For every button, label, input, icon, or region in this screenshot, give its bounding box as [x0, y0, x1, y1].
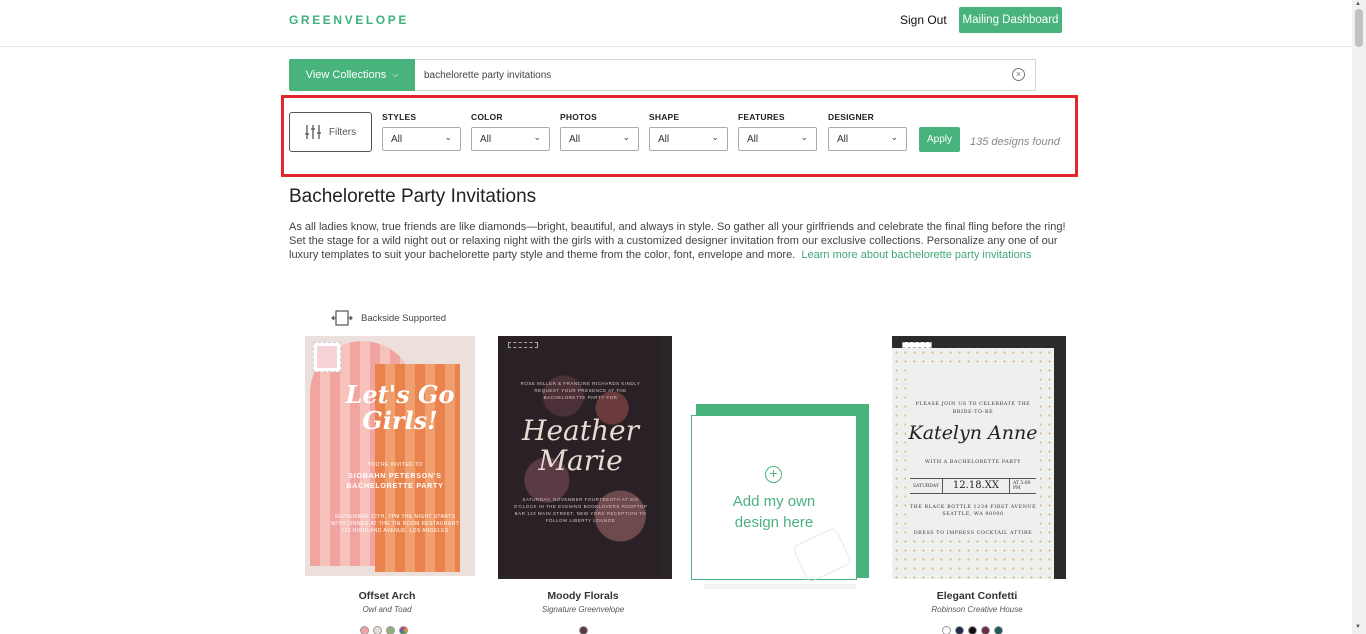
- card-art-script: Let's Go Girls!: [345, 380, 455, 435]
- card-art-script: Heather Marie: [522, 414, 639, 477]
- sign-out-link[interactable]: Sign Out: [900, 13, 947, 27]
- filter-color-label: COLOR: [471, 112, 503, 122]
- card-art-date-row: SATURDAY 12.18.XX AT 5:00 PM: [910, 478, 1036, 494]
- swatch[interactable]: [955, 626, 964, 634]
- swatch[interactable]: [579, 626, 588, 634]
- card-art-details: SEPTEMBER 12TH, 7PM THE NIGHT STARTS WIT…: [330, 514, 460, 534]
- chevron-down-icon: ⌄: [444, 132, 452, 142]
- swatch[interactable]: [981, 626, 990, 634]
- card-designer-moody-florals[interactable]: Signature Greenvelope: [498, 605, 668, 614]
- swatch[interactable]: [399, 626, 408, 634]
- chevron-down-icon: ⌄: [622, 132, 630, 142]
- card-art-venue: THE BLACK BOTTLE 1234 FIRST AVENUE SEATT…: [909, 505, 1037, 517]
- filters-button[interactable]: Filters: [289, 112, 372, 152]
- filter-shape-label: SHAPE: [649, 112, 680, 122]
- view-collections-button[interactable]: View Collections ⌵: [289, 59, 415, 91]
- designer-select[interactable]: All ⌄: [828, 127, 907, 151]
- postage-stamp: [313, 342, 341, 372]
- mailing-dashboard-button[interactable]: Mailing Dashboard: [959, 7, 1062, 33]
- card-art-script: Katelyn Anne: [908, 422, 1038, 444]
- card-designer-offset-arch[interactable]: Owl and Toad: [302, 605, 472, 614]
- photos-select[interactable]: All ⌄: [560, 127, 639, 151]
- color-select[interactable]: All ⌄: [471, 127, 550, 151]
- card-title-elegant-confetti[interactable]: Elegant Confetti: [892, 590, 1062, 602]
- card-title-offset-arch[interactable]: Offset Arch: [302, 590, 472, 602]
- backside-supported-label: Backside Supported: [361, 312, 447, 324]
- card-art-mid: WITH A BACHELORETTE PARTY: [925, 460, 1021, 465]
- features-select-value: All: [747, 133, 759, 145]
- shape-select-value: All: [658, 133, 670, 145]
- page-description: As all ladies know, true friends are lik…: [289, 220, 1079, 262]
- page-title: Bachelorette Party Invitations: [289, 186, 537, 207]
- card-designer-elegant-confetti[interactable]: Robinson Creative House: [892, 605, 1062, 614]
- backside-supported-note: Backside Supported: [331, 310, 446, 326]
- filter-styles: STYLES All ⌄: [382, 112, 461, 151]
- card-art-name: SIOBAHN PETERSON'S BACHELORETTE PARTY: [346, 473, 444, 490]
- view-collections-label: View Collections: [305, 69, 387, 81]
- features-select[interactable]: All ⌄: [738, 127, 817, 151]
- card-art-small: YOU'RE INVITED TO: [367, 462, 423, 468]
- backside-card-icon: [331, 310, 353, 326]
- design-card-elegant-confetti[interactable]: PLEASE JOIN US TO CELEBRATE THE BRIDE-TO…: [892, 336, 1066, 579]
- apply-filters-button[interactable]: Apply: [919, 127, 960, 152]
- page-scrollbar[interactable]: ▲ ▼: [1352, 0, 1366, 634]
- card-art-top: PLEASE JOIN US TO CELEBRATE THE BRIDE-TO…: [915, 402, 1031, 415]
- plus-circle-icon: +: [765, 466, 782, 483]
- filter-shape: SHAPE All ⌄: [649, 112, 728, 151]
- color-select-value: All: [480, 133, 492, 145]
- swatch[interactable]: [994, 626, 1003, 634]
- filter-color: COLOR All ⌄: [471, 112, 550, 151]
- sliders-icon: [304, 125, 321, 139]
- swatch[interactable]: [360, 626, 369, 634]
- shape-select[interactable]: All ⌄: [649, 127, 728, 151]
- card-art-dress: DRESS TO IMPRESS COCKTAIL ATTIRE: [913, 531, 1033, 536]
- scroll-thumb[interactable]: [1355, 9, 1363, 47]
- designer-select-value: All: [837, 133, 849, 145]
- postage-stamp: [902, 342, 932, 348]
- scroll-up-icon[interactable]: ▲: [1355, 1, 1361, 7]
- filter-designer: DESIGNER All ⌄: [828, 112, 907, 151]
- chevron-down-icon: ⌄: [800, 132, 808, 142]
- swatch[interactable]: [373, 626, 382, 634]
- card-art-bottom: SATURDAY, NOVEMBER FOURTEENTH AT SIX O'C…: [513, 497, 648, 523]
- chevron-down-icon: ⌄: [890, 132, 898, 142]
- color-swatches-moody-florals: [579, 626, 588, 634]
- filters-label: Filters: [328, 126, 357, 138]
- results-count: 135 designs found: [970, 136, 1060, 148]
- learn-more-link[interactable]: Learn more about bachelorette party invi…: [801, 249, 1031, 261]
- styles-select-value: All: [391, 133, 403, 145]
- filter-photos: PHOTOS All ⌄: [560, 112, 639, 151]
- chevron-down-icon: ⌄: [711, 132, 719, 142]
- swatch[interactable]: [942, 626, 951, 634]
- swatch[interactable]: [386, 626, 395, 634]
- styles-select[interactable]: All ⌄: [382, 127, 461, 151]
- card-art-time: AT 5:00 PM: [1012, 481, 1031, 491]
- search-query-text: bachelorette party invitations: [424, 69, 552, 81]
- filter-features: FEATURES All ⌄: [738, 112, 817, 151]
- scroll-down-icon[interactable]: ▼: [1355, 624, 1361, 630]
- swatch[interactable]: [968, 626, 977, 634]
- card-art-day: SATURDAY: [913, 483, 939, 489]
- design-card-offset-arch[interactable]: Let's Go Girls! YOU'RE INVITED TO SIOBAH…: [305, 336, 475, 576]
- card-title-moody-florals[interactable]: Moody Florals: [498, 590, 668, 602]
- postage-stamp: [508, 342, 538, 348]
- filter-features-label: FEATURES: [738, 112, 785, 122]
- color-swatches-offset-arch: [360, 626, 408, 634]
- chevron-down-icon: ⌵: [392, 70, 399, 79]
- card-art-top: ROSE MILLER & FRANCINE RICHARDS KINDLY R…: [520, 381, 641, 400]
- color-swatches-elegant-confetti: [942, 626, 1003, 634]
- filter-styles-label: STYLES: [382, 112, 417, 122]
- search-input[interactable]: bachelorette party invitations ×: [415, 59, 1036, 91]
- clear-search-icon[interactable]: ×: [1012, 68, 1025, 81]
- own-design-shadow: [704, 584, 856, 589]
- design-card-moody-florals[interactable]: ROSE MILLER & FRANCINE RICHARDS KINDLY R…: [498, 336, 672, 579]
- photos-select-value: All: [569, 133, 581, 145]
- add-own-design-label[interactable]: Add my own design here: [711, 491, 837, 533]
- site-header: GREENVELOPE Sign Out Mailing Dashboard: [0, 0, 1352, 47]
- chevron-down-icon: ⌄: [533, 132, 541, 142]
- filter-designer-label: DESIGNER: [828, 112, 874, 122]
- greenvelope-logo[interactable]: GREENVELOPE: [289, 13, 409, 27]
- filter-photos-label: PHOTOS: [560, 112, 597, 122]
- card-art-date: 12.18.XX: [941, 478, 1010, 494]
